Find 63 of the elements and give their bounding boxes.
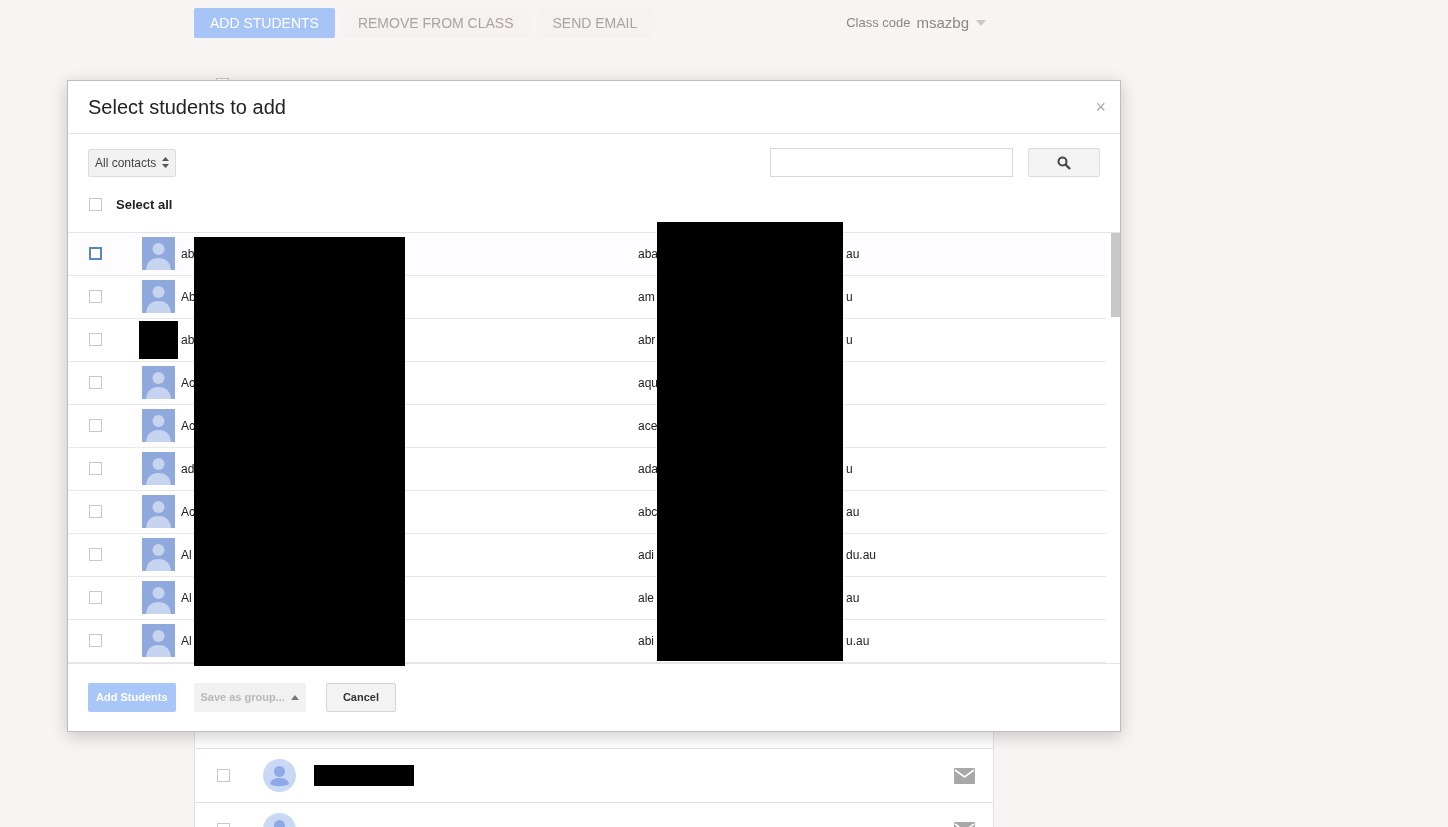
caret-up-icon — [290, 694, 299, 700]
email-end: u — [846, 288, 853, 306]
email-start: ace — [638, 417, 659, 435]
email-end: au — [846, 589, 860, 607]
person-silhouette-icon — [141, 409, 175, 443]
person-silhouette-icon — [141, 280, 175, 314]
checkbox[interactable] — [89, 376, 102, 390]
class-code: msazbg — [916, 12, 969, 33]
checkbox[interactable] — [89, 419, 102, 433]
email-end: u — [846, 331, 853, 349]
person-silhouette-icon — [141, 366, 175, 400]
checkbox[interactable] — [89, 333, 102, 347]
email-start: abi — [638, 632, 655, 650]
checkbox[interactable] — [89, 548, 102, 562]
person-silhouette-icon — [141, 452, 175, 486]
cancel-button[interactable]: Cancel — [325, 682, 396, 712]
dialog-title: Select students to add — [88, 95, 286, 121]
person-silhouette-icon — [141, 624, 175, 658]
email-start: ada — [638, 460, 660, 478]
email-end: au — [846, 245, 860, 263]
search-field[interactable] — [770, 148, 1013, 178]
checkbox[interactable] — [89, 290, 102, 304]
email-start: abc — [638, 503, 659, 521]
search-button[interactable] — [1028, 148, 1100, 178]
email-end: au — [846, 503, 860, 521]
mail-icon[interactable] — [954, 767, 975, 784]
email-start: aba — [638, 245, 660, 263]
checkbox[interactable] — [89, 462, 102, 476]
person-silhouette-icon — [141, 495, 175, 529]
person-silhouette-icon — [141, 538, 175, 572]
checkbox[interactable] — [89, 198, 102, 212]
student-name: Al — [181, 632, 193, 650]
checkbox[interactable] — [89, 505, 102, 519]
student-name: ab — [181, 245, 196, 263]
dropdown-caret-icon[interactable] — [976, 20, 986, 26]
student-name: Ac — [181, 374, 196, 392]
person-silhouette-icon — [141, 237, 175, 271]
email-start: adi — [638, 546, 655, 564]
email-start: aqu — [638, 374, 660, 392]
student-name: ab — [181, 331, 196, 349]
checkbox[interactable] — [217, 769, 230, 782]
class-code-label: Class code — [846, 14, 911, 33]
person-avatar-icon — [263, 759, 296, 792]
student-name: Al — [181, 546, 193, 564]
student-name: Ac — [181, 417, 196, 435]
email-start: ale — [638, 589, 655, 607]
checkbox[interactable] — [89, 634, 102, 648]
email-start: abr — [638, 331, 657, 349]
search-icon — [1057, 156, 1071, 170]
email-end: u — [846, 460, 853, 478]
person-silhouette-icon — [141, 581, 175, 615]
email-end: du.au — [846, 546, 877, 564]
checkbox[interactable] — [89, 247, 102, 261]
email-start: am — [638, 288, 656, 306]
sort-arrows-icon — [162, 157, 170, 169]
scrollbar-thumb[interactable] — [1111, 232, 1120, 317]
student-name: ad — [181, 460, 196, 478]
contacts-dropdown[interactable]: All contacts — [88, 149, 177, 177]
student-name: Ac — [181, 503, 196, 521]
email-end: u.au — [846, 632, 870, 650]
checkbox[interactable] — [89, 591, 102, 605]
student-name: Al — [181, 589, 193, 607]
select-all-label: Select all — [116, 195, 173, 214]
